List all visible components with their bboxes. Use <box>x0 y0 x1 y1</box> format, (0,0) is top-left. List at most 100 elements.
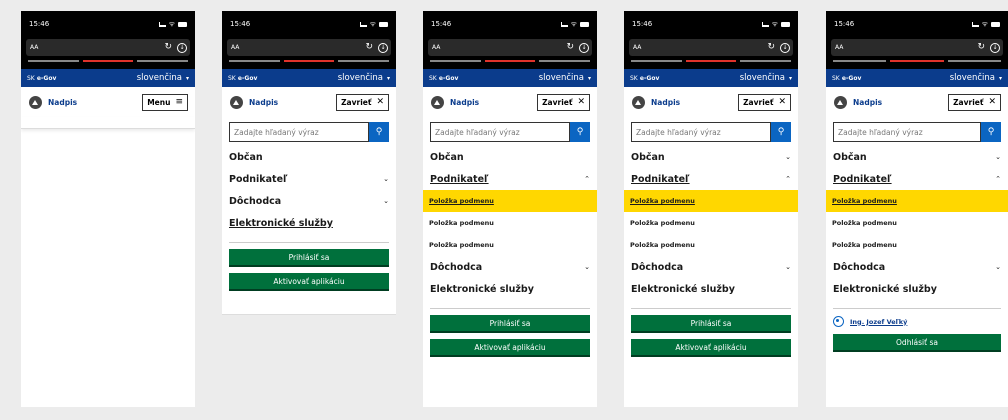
submenu-item[interactable]: Položka podmenu <box>624 234 798 256</box>
nav-item-dochodca[interactable]: Dôchodca ⌄ <box>229 190 389 212</box>
download-icon[interactable]: ↓ <box>990 42 1000 53</box>
chevron-down-icon: ⌄ <box>995 263 1001 271</box>
brand-link[interactable]: Nadpis <box>29 95 77 109</box>
caret-down-icon: ▾ <box>587 75 591 82</box>
mountain-logo-icon <box>431 95 444 109</box>
chevron-down-icon: ⌄ <box>383 175 389 183</box>
brand-link[interactable]: Nadpis <box>230 95 278 109</box>
activate-app-button[interactable]: Aktivovať aplikáciu <box>229 273 389 291</box>
search-form: Zadajte hľadaný výraz ⚲ <box>631 122 791 142</box>
activate-app-button[interactable]: Aktivovať aplikáciu <box>631 339 791 357</box>
wifi-icon: ᯤ <box>981 19 988 28</box>
address-field[interactable]: AA ↻ ↓ <box>428 39 592 56</box>
menu-button[interactable]: Menu ≡ <box>142 93 188 111</box>
search-button[interactable]: ⚲ <box>369 122 389 142</box>
submenu-item[interactable]: Položka podmenu <box>826 212 1008 234</box>
user-profile-link[interactable]: Ing. Jozef Veľký <box>833 316 1001 327</box>
language-select[interactable]: slovenčina ▾ <box>137 73 189 83</box>
browser-bar: AA ↻ ↓ <box>423 37 597 69</box>
nav-item-obcan[interactable]: Občan <box>229 146 389 168</box>
nav-item-podnikatel[interactable]: Podnikateľ ⌃ <box>430 168 590 190</box>
search-button[interactable]: ⚲ <box>570 122 590 142</box>
nav-item-podnikatel[interactable]: Podnikateľ ⌃ <box>631 168 791 190</box>
site-header: Nadpis Zavrieť ✕ <box>423 87 597 117</box>
brand-label: Nadpis <box>450 97 480 107</box>
download-icon[interactable]: ↓ <box>579 42 589 53</box>
language-select[interactable]: slovenčina ▾ <box>539 73 591 83</box>
search-form: Zadajte hľadaný výraz ⚲ <box>229 122 389 142</box>
search-input[interactable]: Zadajte hľadaný výraz <box>833 122 981 142</box>
status-bar: 15:46 ᯤ <box>826 11 1008 37</box>
activate-app-button[interactable]: Aktivovať aplikáciu <box>430 339 590 357</box>
reload-icon[interactable]: ↻ <box>977 43 985 52</box>
brand-link[interactable]: Nadpis <box>834 95 882 109</box>
login-button[interactable]: Prihlásiť sa <box>229 249 389 267</box>
caret-down-icon: ▾ <box>998 75 1002 82</box>
egov-logo[interactable]: SK e-Gov <box>429 75 458 82</box>
nav-item-obcan[interactable]: Občan ⌄ <box>631 146 791 168</box>
egov-logo[interactable]: SK e-Gov <box>228 75 257 82</box>
nav-item-obcan[interactable]: Občan ⌄ <box>833 146 1001 168</box>
mountain-logo-icon <box>29 95 42 109</box>
submenu-item[interactable]: Položka podmenu <box>624 212 798 234</box>
close-button[interactable]: Zavrieť ✕ <box>738 93 791 111</box>
close-button[interactable]: Zavrieť ✕ <box>336 93 389 111</box>
nav-item-podnikatel[interactable]: Podnikateľ ⌄ <box>229 168 389 190</box>
nav-item-dochodca[interactable]: Dôchodca ⌄ <box>631 256 791 278</box>
nav-item-elektronicke-sluzby[interactable]: Elektronické služby <box>631 278 791 300</box>
nav-item-dochodca[interactable]: Dôchodca ⌄ <box>833 256 1001 278</box>
nav-item-dochodca[interactable]: Dôchodca ⌄ <box>430 256 590 278</box>
submenu-item[interactable]: Položka podmenu <box>423 234 597 256</box>
reload-icon[interactable]: ↻ <box>566 43 574 52</box>
nav-item-elektronicke-sluzby[interactable]: Elektronické služby <box>430 278 590 300</box>
language-select[interactable]: slovenčina ▾ <box>950 73 1002 83</box>
reload-icon[interactable]: ↻ <box>365 43 373 52</box>
egov-bar: SK e-Gov slovenčina ▾ <box>222 69 396 87</box>
address-field[interactable]: AA ↻ ↓ <box>227 39 391 56</box>
search-button[interactable]: ⚲ <box>771 122 791 142</box>
search-button[interactable]: ⚲ <box>981 122 1001 142</box>
battery-icon <box>991 21 1000 27</box>
address-field[interactable]: AA ↻ ↓ <box>26 39 190 56</box>
language-select[interactable]: slovenčina ▾ <box>338 73 390 83</box>
nav-item-elektronicke-sluzby[interactable]: Elektronické služby <box>229 212 389 234</box>
caret-down-icon: ▾ <box>386 75 390 82</box>
address-field[interactable]: AA ↻ ↓ <box>629 39 793 56</box>
reload-icon[interactable]: ↻ <box>164 43 172 52</box>
logout-button[interactable]: Odhlásiť sa <box>833 334 1001 352</box>
site-header: Nadpis Zavrieť ✕ <box>624 87 798 117</box>
submenu-item[interactable]: Položka podmenu <box>826 234 1008 256</box>
brand-link[interactable]: Nadpis <box>431 95 480 109</box>
download-icon[interactable]: ↓ <box>378 42 388 53</box>
menu-divider <box>430 308 590 309</box>
language-select[interactable]: slovenčina ▾ <box>740 73 792 83</box>
brand-link[interactable]: Nadpis <box>632 95 680 109</box>
egov-logo[interactable]: SK e-Gov <box>832 75 861 82</box>
search-input[interactable]: Zadajte hľadaný výraz <box>631 122 771 142</box>
address-field[interactable]: AA ↻ ↓ <box>831 39 1003 56</box>
egov-logo[interactable]: SK e-Gov <box>27 75 56 82</box>
submenu-item[interactable]: Položka podmenu <box>826 190 1008 212</box>
search-input[interactable]: Zadajte hľadaný výraz <box>430 122 570 142</box>
login-button[interactable]: Prihlásiť sa <box>631 315 791 333</box>
egov-logo[interactable]: SK e-Gov <box>630 75 659 82</box>
search-input[interactable]: Zadajte hľadaný výraz <box>229 122 369 142</box>
reload-icon[interactable]: ↻ <box>767 43 775 52</box>
close-button[interactable]: Zavrieť ✕ <box>948 93 1001 111</box>
nav-item-obcan[interactable]: Občan <box>430 146 590 168</box>
login-button[interactable]: Prihlásiť sa <box>430 315 590 333</box>
download-icon[interactable]: ↓ <box>780 42 790 53</box>
browser-bar: AA ↻ ↓ <box>21 37 195 69</box>
nav-item-podnikatel[interactable]: Podnikateľ ⌃ <box>833 168 1001 190</box>
close-button[interactable]: Zavrieť ✕ <box>537 93 590 111</box>
chevron-down-icon: ⌄ <box>785 153 791 161</box>
submenu-item[interactable]: Položka podmenu <box>423 190 597 212</box>
submenu-item[interactable]: Položka podmenu <box>624 190 798 212</box>
nav-item-elektronicke-sluzby[interactable]: Elektronické služby <box>833 278 1001 300</box>
mountain-logo-icon <box>230 95 243 109</box>
egov-bar: SK e-Gov slovenčina ▾ <box>826 69 1008 87</box>
menu-divider <box>229 242 389 243</box>
download-icon[interactable]: ↓ <box>177 42 187 53</box>
status-bar: 15:46 ᯤ <box>21 11 195 37</box>
submenu-item[interactable]: Položka podmenu <box>423 212 597 234</box>
